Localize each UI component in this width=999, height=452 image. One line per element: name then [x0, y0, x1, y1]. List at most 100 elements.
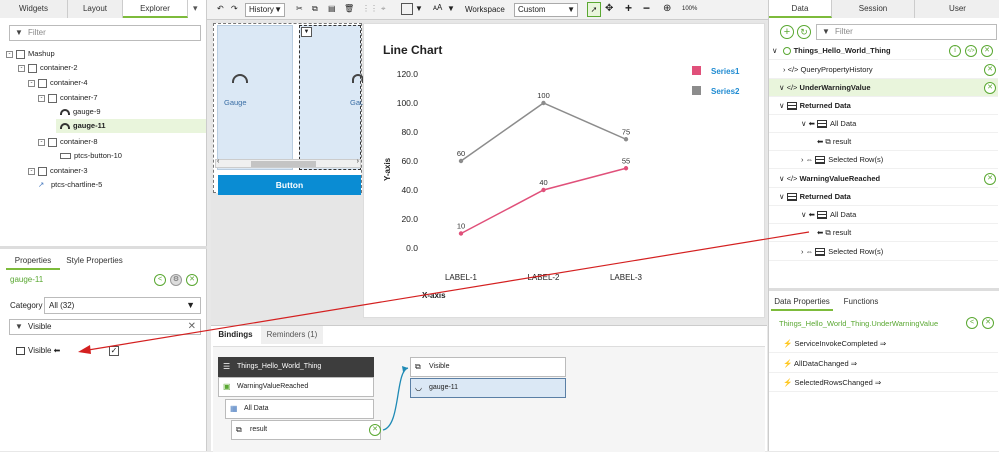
workspace-select[interactable]: Custom ▼	[514, 3, 578, 17]
tree-item-gauge-11[interactable]: gauge-11	[56, 119, 206, 133]
tree-item-container-8[interactable]: - container-8	[38, 135, 98, 149]
tab-explorer[interactable]: Explorer	[123, 0, 188, 18]
tab-functions[interactable]: Functions	[835, 293, 887, 311]
returned-data-2[interactable]: ∨ Returned Data	[769, 188, 998, 206]
gauge-9-widget[interactable]: Gauge	[217, 25, 293, 170]
tree-item-ptcs-button-10[interactable]: ptcs-button-10	[60, 149, 122, 163]
tab-layout[interactable]: Layout	[68, 0, 123, 18]
tab-user[interactable]: User	[915, 0, 999, 18]
tab-data[interactable]: Data	[769, 0, 832, 18]
visible-checkbox[interactable]: ✓	[109, 346, 119, 356]
binding-alldata[interactable]: ▦ All Data	[225, 399, 374, 419]
property-row-visible[interactable]: Visible ⬅	[16, 346, 60, 355]
service-warning-value-reached[interactable]: ∨ </> WarningValueReached	[769, 170, 998, 188]
info-icon[interactable]: i	[949, 45, 961, 57]
close-icon[interactable]: ✕	[984, 64, 996, 76]
zoom-in-icon[interactable]: +	[625, 1, 632, 15]
selected-rows-2[interactable]: › ⇔ Selected Row(s)	[769, 243, 998, 261]
close-icon[interactable]: ✕	[984, 173, 996, 185]
collapse-icon[interactable]: -	[38, 138, 45, 146]
tab-reminders[interactable]: Reminders (1)	[261, 326, 323, 344]
zoom-fit-icon[interactable]: ⊕	[663, 3, 671, 14]
paste-icon[interactable]: ▤	[328, 4, 336, 13]
code-icon[interactable]: </>	[965, 45, 977, 57]
collapse-icon[interactable]: -	[38, 94, 45, 102]
panel-divider[interactable]	[769, 288, 999, 291]
close-icon[interactable]: ✕	[186, 274, 198, 286]
chevron-down-icon[interactable]: ▼	[415, 4, 423, 13]
tree-item-mashup[interactable]: - Mashup	[6, 47, 55, 61]
translate-icon[interactable]: ᴀA	[433, 3, 442, 12]
share-icon[interactable]: <	[154, 274, 166, 286]
all-data-1[interactable]: ∨ ⬅ All Data	[769, 115, 998, 133]
collapse-icon[interactable]: -	[28, 167, 35, 175]
close-icon[interactable]: ✕	[982, 317, 994, 329]
binding-target-gauge[interactable]: ◡ gauge-11	[410, 378, 566, 398]
undo-icon[interactable]: ↶	[217, 4, 224, 13]
collapse-icon[interactable]: -	[28, 79, 35, 87]
share-icon[interactable]: <	[966, 317, 978, 329]
collapse-left-icon[interactable]: ▾	[193, 3, 198, 14]
collapse-icon[interactable]: -	[18, 64, 25, 72]
refresh-icon[interactable]: ↻	[797, 25, 811, 39]
all-data-2[interactable]: ∨ ⬅ All Data	[769, 206, 998, 224]
tree-item-container-3[interactable]: - container-3	[28, 164, 88, 178]
pan-icon[interactable]: ✥	[605, 3, 613, 14]
selected-rows-1[interactable]: › ⇔ Selected Row(s)	[769, 151, 998, 169]
ptcs-button-10[interactable]: Button	[218, 175, 361, 195]
close-icon[interactable]: ✕	[984, 82, 996, 94]
chevron-down-icon[interactable]: ▼	[447, 4, 455, 13]
event-all-data-changed[interactable]: ⚡ AllDataChanged ⇒	[769, 355, 998, 373]
binding-service[interactable]: ▣ WarningValueReached	[218, 377, 374, 397]
returned-data-1[interactable]: ∨ Returned Data	[769, 97, 998, 115]
binding-source-thing[interactable]: ☰ Things_Hello_World_Thing	[218, 357, 374, 377]
collapse-icon[interactable]: -	[6, 50, 13, 58]
tab-properties[interactable]: Properties	[6, 252, 60, 270]
event-service-invoke-completed[interactable]: ⚡ ServiceInvokeCompleted ⇒	[769, 335, 998, 353]
tab-data-properties[interactable]: Data Properties	[771, 293, 833, 311]
widget-menu-chevron-icon[interactable]: ▼	[301, 27, 312, 37]
delete-icon[interactable]: 🗑	[344, 4, 354, 13]
layout-icon[interactable]	[401, 3, 413, 15]
service-under-warning-value[interactable]: ∨ </> UnderWarningValue	[769, 79, 998, 97]
tab-style-properties[interactable]: Style Properties	[62, 252, 127, 270]
clear-icon[interactable]: ✕	[188, 320, 196, 334]
tree-item-ptcs-chartline-5[interactable]: ↗ ptcs-chartline-5	[38, 178, 102, 192]
event-selected-rows-changed[interactable]: ⚡ SelectedRowsChanged ⇒	[769, 374, 998, 392]
gauge-11-widget[interactable]: ▼ Gau	[299, 25, 364, 170]
binding-result[interactable]: ⧉ result	[231, 420, 381, 440]
tab-session[interactable]: Session	[832, 0, 915, 18]
add-data-icon[interactable]: +	[780, 25, 794, 39]
result-2[interactable]: ⬅ ⧉ result	[769, 224, 998, 242]
copy-icon[interactable]: ⧉	[312, 4, 318, 14]
chart-container[interactable]: Line Chart Y-axis X-axis 0.0 20.0 40.0 60.0…	[363, 23, 765, 318]
zoom-out-icon[interactable]: −	[643, 1, 650, 15]
tab-bindings[interactable]: Bindings	[211, 326, 260, 344]
settings-icon[interactable]: ⚙	[170, 274, 182, 286]
tree-item-container-2[interactable]: - container-2	[18, 61, 78, 75]
target-icon[interactable]: ⌖	[381, 4, 386, 14]
tree-item-gauge-9[interactable]: gauge-9	[60, 105, 101, 119]
history-select[interactable]: History ▼	[245, 3, 285, 17]
tree-item-container-4[interactable]: - container-4	[28, 76, 88, 90]
service-query-property-history[interactable]: › </> QueryPropertyHistory	[769, 61, 998, 79]
data-filter-input[interactable]: ▼ Filter	[816, 24, 997, 40]
cut-icon[interactable]: ✂	[296, 4, 303, 13]
scroll-left-icon[interactable]: ‹	[217, 158, 219, 165]
category-select[interactable]: All (32) ▼	[44, 297, 201, 314]
scroll-thumb[interactable]	[251, 161, 316, 167]
close-icon[interactable]: ✕	[981, 45, 993, 57]
explorer-filter-input[interactable]: ▼ Filter	[9, 25, 201, 41]
tree-item-container-7[interactable]: - container-7	[38, 91, 98, 105]
scroll-right-icon[interactable]: ›	[357, 158, 359, 165]
select-pointer-icon[interactable]: ➚	[587, 2, 601, 17]
panel-divider[interactable]	[0, 246, 207, 249]
remove-binding-icon[interactable]: ✕	[369, 424, 381, 436]
horizontal-scrollbar[interactable]: ‹ ›	[215, 158, 361, 168]
binding-target-visible[interactable]: ⧉ Visible	[410, 357, 566, 377]
property-filter-input[interactable]: ▼ Visible ✕	[9, 319, 201, 335]
redo-icon[interactable]: ↷	[231, 4, 238, 13]
result-1[interactable]: ⬅ ⧉ result	[769, 133, 998, 151]
thing-row[interactable]: ∨ Things_Hello_World_Thing	[769, 42, 998, 60]
tab-widgets[interactable]: Widgets	[0, 0, 68, 18]
